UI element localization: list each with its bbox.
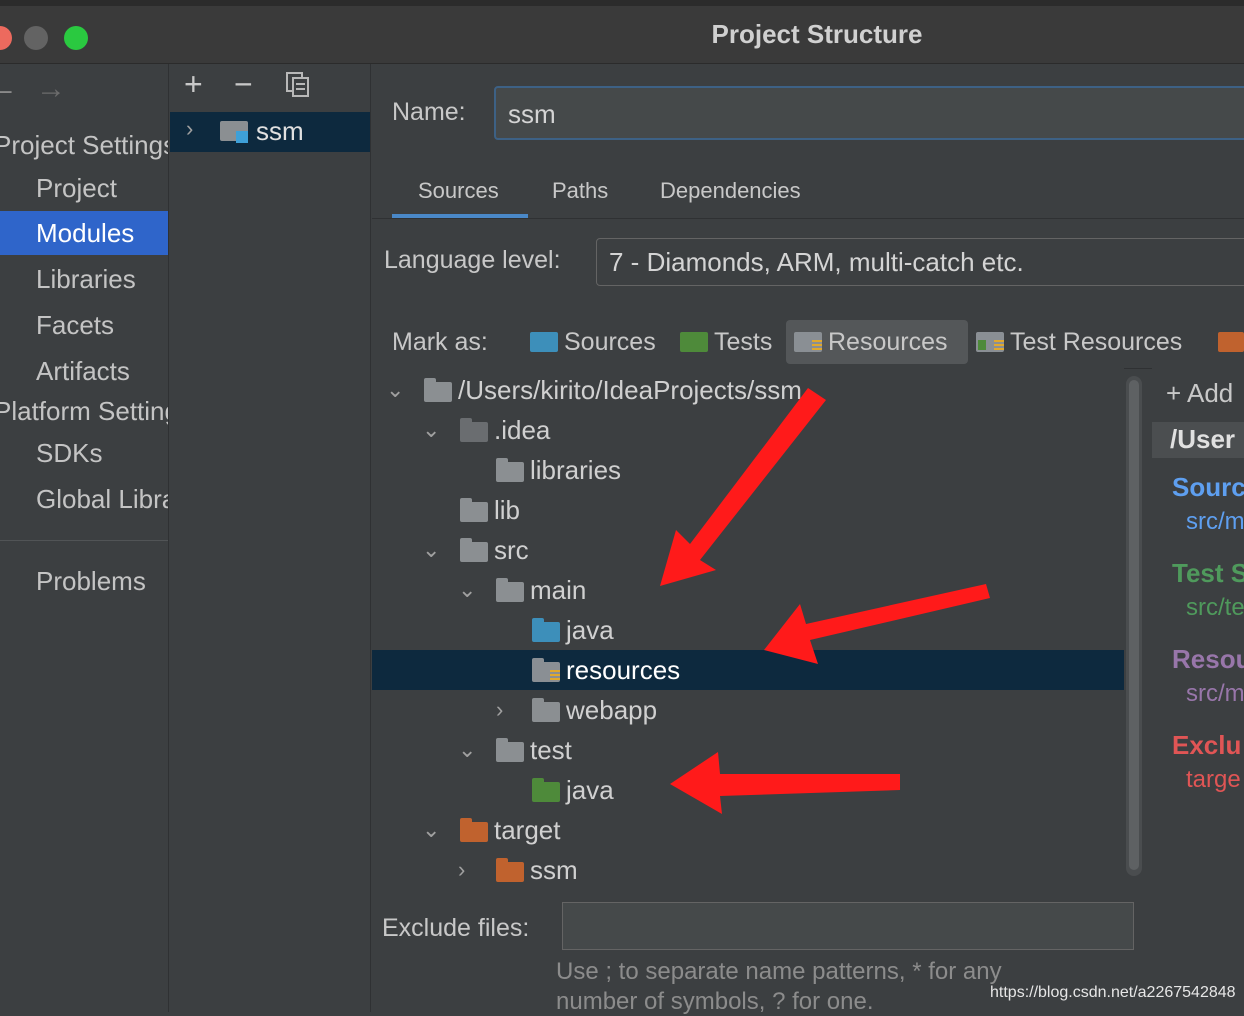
- annotation-arrow-2: [764, 584, 990, 664]
- annotation-arrow-1: [660, 388, 826, 586]
- annotation-arrows: [660, 388, 990, 814]
- watermark: https://blog.csdn.net/a2267542848: [990, 984, 1236, 1001]
- annotation-arrow-3: [670, 752, 900, 814]
